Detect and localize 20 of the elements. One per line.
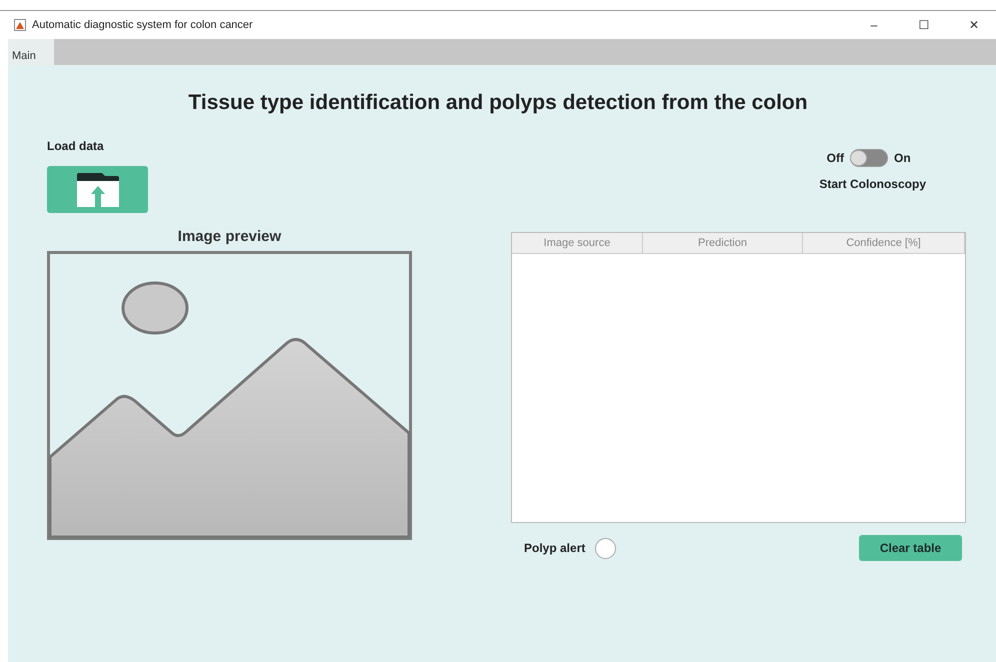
window-title: Automatic diagnostic system for colon cancer bbox=[32, 19, 254, 31]
clear-table-button[interactable]: Clear table bbox=[859, 535, 962, 561]
column-header: Confidence [%] bbox=[803, 233, 965, 253]
load-data-label: Load data bbox=[47, 139, 105, 153]
off-label: Off bbox=[826, 151, 844, 165]
load-data-button[interactable] bbox=[47, 166, 148, 213]
page-heading: Tissue type identification and polyps detection from the colon bbox=[187, 91, 809, 115]
tab[interactable]: Main bbox=[8, 39, 54, 65]
column-header: Image source bbox=[512, 233, 643, 253]
polyp-alert-label: Polyp alert bbox=[524, 541, 586, 555]
minimize-button[interactable]: – bbox=[852, 17, 896, 33]
start-colonoscopy-label: Start Colonoscopy bbox=[819, 177, 926, 191]
maximize-button[interactable]: ☐ bbox=[902, 17, 946, 33]
on-label: On bbox=[894, 151, 911, 165]
column-header: Prediction bbox=[643, 233, 803, 253]
image-preview-label: Image preview bbox=[178, 228, 282, 245]
folder-upload-icon bbox=[76, 172, 120, 208]
close-button[interactable]: ✕ bbox=[952, 17, 996, 33]
app-icon bbox=[14, 19, 26, 31]
toggle-switch[interactable] bbox=[850, 149, 888, 167]
